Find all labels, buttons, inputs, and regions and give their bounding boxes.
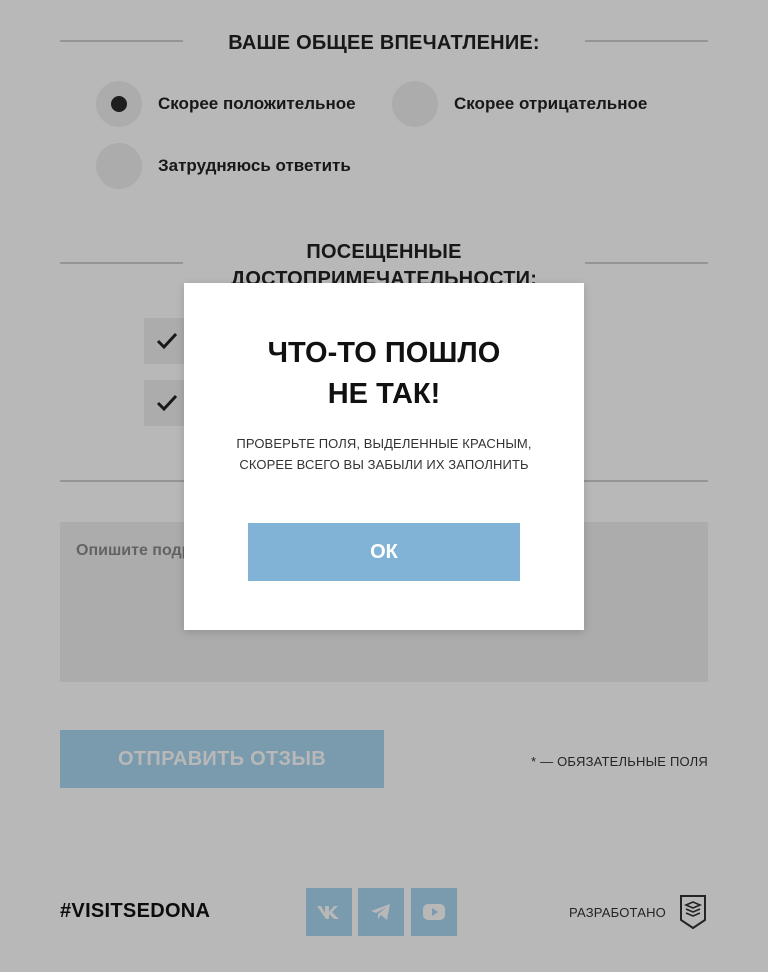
modal-message-line1: ПРОВЕРЬТЕ ПОЛЯ, ВЫДЕЛЕННЫЕ КРАСНЫМ, xyxy=(236,436,532,451)
modal-message: ПРОВЕРЬТЕ ПОЛЯ, ВЫДЕЛЕННЫЕ КРАСНЫМ, СКОР… xyxy=(224,433,544,475)
ok-button[interactable]: ОК xyxy=(248,523,520,581)
modal-title-line2: НЕ ТАК! xyxy=(327,378,441,410)
modal-title: ЧТО-ТО ПОШЛО НЕ ТАК! xyxy=(184,333,584,415)
error-modal: ЧТО-ТО ПОШЛО НЕ ТАК! ПРОВЕРЬТЕ ПОЛЯ, ВЫД… xyxy=(184,283,584,630)
modal-title-line1: ЧТО-ТО ПОШЛО xyxy=(267,337,501,369)
modal-message-line2: СКОРЕЕ ВСЕГО ВЫ ЗАБЫЛИ ИХ ЗАПОЛНИТЬ xyxy=(239,457,529,472)
